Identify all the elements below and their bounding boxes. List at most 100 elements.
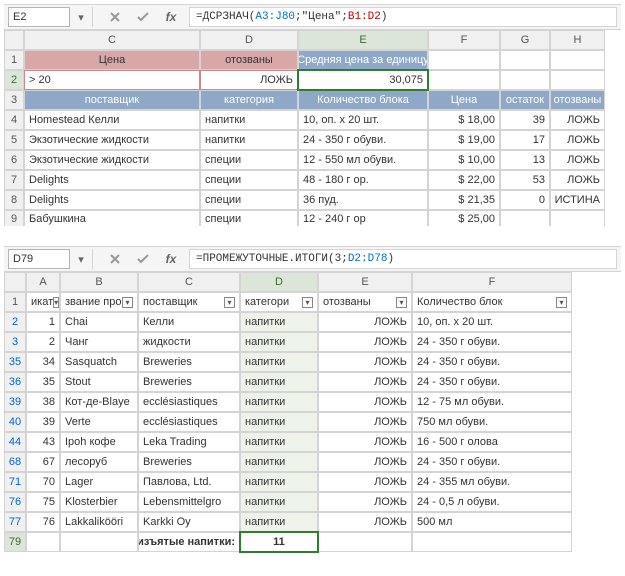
cell[interactable]: ЛОЖЬ (318, 392, 412, 412)
row-header[interactable]: 4 (4, 110, 24, 130)
criteria-header[interactable]: Цена (24, 50, 200, 70)
cell[interactable]: Verte (60, 412, 138, 432)
cell[interactable] (500, 50, 550, 70)
formula-input[interactable]: =ДСРЗНАЧ(A3:J80;"Цена";B1:D2) (189, 7, 617, 27)
cell[interactable]: Stout (60, 372, 138, 392)
criteria-value[interactable]: ЛОЖЬ (200, 70, 298, 90)
col-header[interactable]: E (318, 272, 412, 292)
cell[interactable]: 24 - 350 г обуви. (412, 352, 572, 372)
fx-icon[interactable]: fx (159, 7, 183, 27)
table-header[interactable]: отозваны (550, 90, 605, 110)
row-header[interactable]: 79 (4, 532, 26, 552)
filter-icon[interactable]: ▾ (122, 297, 133, 308)
row-header[interactable]: 6 (4, 150, 24, 170)
cell[interactable]: напитки (240, 392, 318, 412)
cell[interactable]: 70 (26, 472, 60, 492)
col-header[interactable]: C (138, 272, 240, 292)
cell[interactable]: 24 - 350 г обуви. (412, 372, 572, 392)
col-header[interactable]: A (26, 272, 60, 292)
cell[interactable]: напитки (240, 432, 318, 452)
cell[interactable]: 24 - 350 г обуви. (412, 332, 572, 352)
cell[interactable]: 34 (26, 352, 60, 372)
filter-header[interactable]: икат▾ (26, 292, 60, 312)
bottom-grid-body[interactable]: 21ChaiКеллинапиткиЛОЖЬ10, оп. x 20 шт.32… (4, 312, 621, 532)
cell[interactable]: Sasquatch (60, 352, 138, 372)
col-header[interactable]: D (200, 30, 298, 50)
row-header[interactable]: 71 (4, 472, 26, 492)
col-header[interactable]: F (428, 30, 500, 50)
cell[interactable]: 38 (26, 392, 60, 412)
row-header[interactable]: 5 (4, 130, 24, 150)
cell[interactable]: жидкости (138, 332, 240, 352)
cell[interactable]: Chai (60, 312, 138, 332)
cell[interactable]: ЛОЖЬ (318, 312, 412, 332)
cell[interactable]: Klosterbier (60, 492, 138, 512)
fx-icon[interactable]: fx (159, 249, 183, 269)
select-all-corner[interactable] (4, 272, 26, 292)
row-header[interactable]: 2 (4, 70, 24, 90)
cancel-icon[interactable] (103, 7, 127, 27)
cell[interactable]: 17 (500, 130, 550, 150)
row-header[interactable]: 77 (4, 512, 26, 532)
cell[interactable] (500, 70, 550, 90)
cell[interactable]: ЛОЖЬ (318, 452, 412, 472)
cell[interactable]: 39 (500, 110, 550, 130)
cancel-icon[interactable] (103, 249, 127, 269)
cell[interactable]: ИСТИНА (550, 190, 605, 210)
table-header[interactable]: поставщик (24, 90, 200, 110)
cell[interactable]: 76 (26, 512, 60, 532)
top-grid[interactable]: C D E F G H 1 Цена отозваны Средняя цена… (4, 30, 621, 110)
result-header[interactable]: Средняя цена за единицу (298, 50, 428, 70)
cell[interactable]: 16 - 500 г олова (412, 432, 572, 452)
name-box-dropdown-icon[interactable]: ▾ (74, 253, 88, 266)
cell[interactable]: напитки (240, 332, 318, 352)
cell[interactable]: 67 (26, 452, 60, 472)
row-header[interactable]: 7 (4, 170, 24, 190)
cell[interactable]: 24 - 0,5 л обуви. (412, 492, 572, 512)
cell[interactable] (412, 532, 572, 552)
cell[interactable]: ЛОЖЬ (318, 372, 412, 392)
cell[interactable]: напитки (200, 110, 298, 130)
cell[interactable]: специи (200, 170, 298, 190)
cell[interactable]: 10, оп. x 20 шт. (412, 312, 572, 332)
cell[interactable]: 12 - 550 мл обуви. (298, 150, 428, 170)
cell[interactable] (60, 532, 138, 552)
filter-icon[interactable]: ▾ (556, 297, 567, 308)
cell[interactable]: напитки (240, 352, 318, 372)
col-header[interactable]: G (500, 30, 550, 50)
cell[interactable]: $ 21,35 (428, 190, 500, 210)
cell[interactable] (26, 532, 60, 552)
cell[interactable]: 75 (26, 492, 60, 512)
filter-active-icon[interactable]: ▾ (302, 297, 313, 308)
row-header[interactable]: 76 (4, 492, 26, 512)
top-grid-body[interactable]: 4Homestead Келлинапитки10, оп. x 20 шт.$… (4, 110, 621, 226)
cell[interactable]: ЛОЖЬ (318, 432, 412, 452)
cell[interactable] (428, 50, 500, 70)
cell[interactable]: 12 - 75 мл обуви. (412, 392, 572, 412)
confirm-icon[interactable] (131, 249, 155, 269)
cell[interactable]: Ipoh кофе (60, 432, 138, 452)
cell[interactable] (500, 210, 550, 226)
cell[interactable]: 24 - 355 мл обуви. (412, 472, 572, 492)
cell[interactable]: $ 25,00 (428, 210, 500, 226)
cell[interactable]: ЛОЖЬ (318, 492, 412, 512)
table-header[interactable]: категория (200, 90, 298, 110)
cell[interactable] (550, 210, 605, 226)
filter-header[interactable]: Количество блок▾ (412, 292, 572, 312)
cell[interactable]: лесоруб (60, 452, 138, 472)
cell[interactable]: Delights (24, 190, 200, 210)
cell[interactable]: ecclésiastiques (138, 412, 240, 432)
formula-input[interactable]: =ПРОМЕЖУТОЧНЫЕ.ИТОГИ(3;D2:D78) (189, 249, 617, 269)
name-box[interactable]: E2 (8, 7, 70, 27)
cell[interactable]: напитки (240, 312, 318, 332)
cell[interactable]: Бабушкина (24, 210, 200, 226)
active-cell[interactable]: 30,075 (298, 70, 428, 90)
cell[interactable]: 48 - 180 г ор. (298, 170, 428, 190)
filter-header[interactable]: категори▾ (240, 292, 318, 312)
cell[interactable]: специи (200, 210, 298, 226)
cell[interactable]: напитки (240, 512, 318, 532)
cell[interactable]: Breweries (138, 372, 240, 392)
cell[interactable]: ЛОЖЬ (318, 512, 412, 532)
cell[interactable]: ЛОЖЬ (550, 130, 605, 150)
row-header[interactable]: 3 (4, 332, 26, 352)
